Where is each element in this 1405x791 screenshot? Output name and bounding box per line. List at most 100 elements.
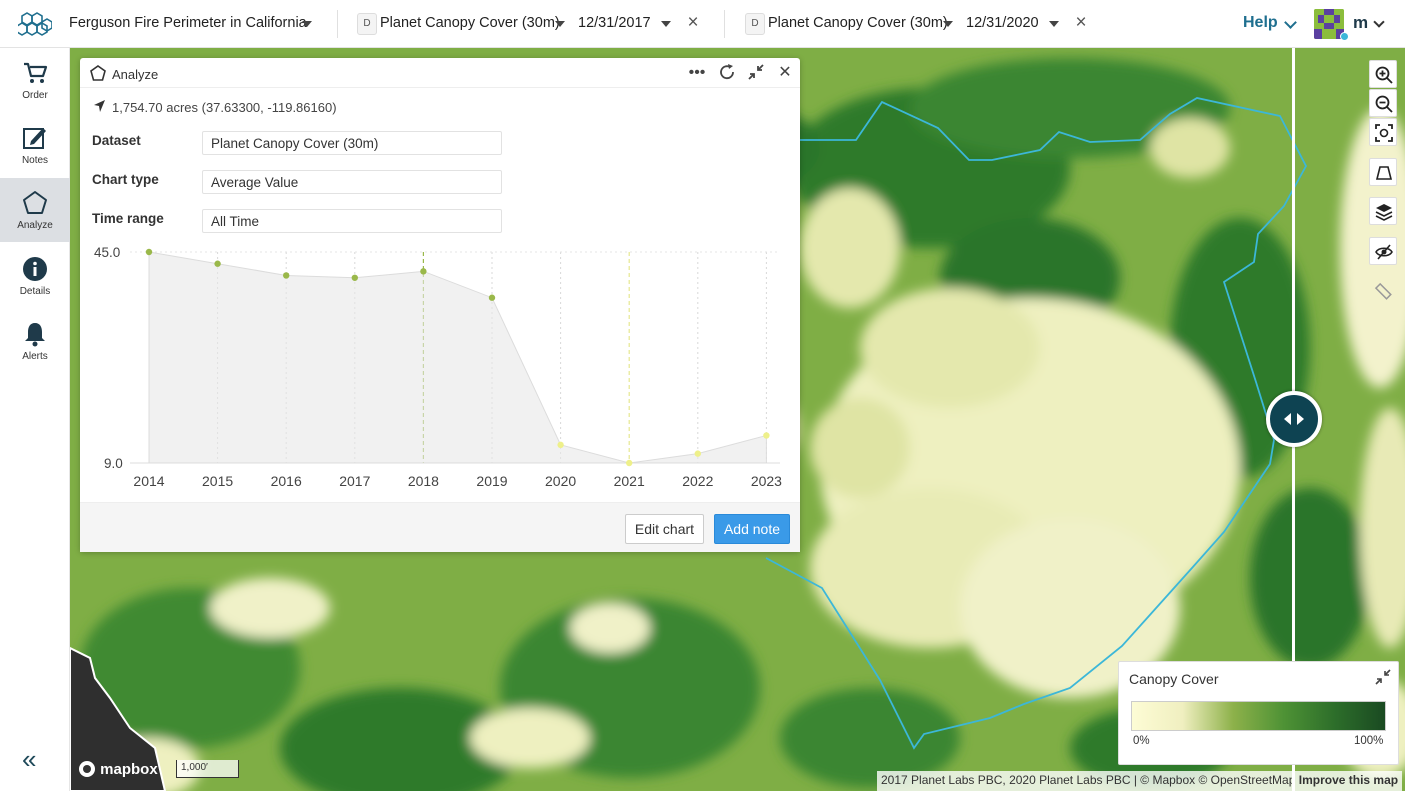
close-icon[interactable]: ✕: [775, 63, 795, 83]
minimize-icon[interactable]: [746, 63, 766, 83]
layer-left-date[interactable]: 12/31/2017: [578, 15, 651, 31]
layer-left-date-caret-icon[interactable]: [661, 21, 671, 27]
swipe-arrows-icon: [1284, 413, 1304, 425]
collapse-sidebar-icon[interactable]: «: [22, 744, 36, 775]
dataset-field[interactable]: Planet Canopy Cover (30m): [202, 131, 502, 155]
average-value-chart[interactable]: 45.0 9.0 2014 2015 2016 2017 2018 2019 2020 2021 2…: [80, 242, 800, 502]
ruler-icon: [1374, 282, 1392, 300]
pentagon-icon: [23, 191, 47, 214]
top-bar: Ferguson Fire Perimeter in California D …: [0, 0, 1405, 48]
fit-extent-icon: [1375, 124, 1393, 142]
layer-left-caret-icon[interactable]: [555, 21, 565, 27]
chart-point: [351, 274, 358, 281]
swipe-handle[interactable]: [1266, 391, 1322, 447]
sidebar-item-analyze[interactable]: Analyze: [0, 178, 70, 242]
chart-point: [488, 294, 496, 301]
layers-button[interactable]: [1369, 197, 1397, 225]
online-status-icon: [1340, 32, 1349, 41]
app-logo-icon[interactable]: [18, 10, 52, 38]
divider: [724, 10, 725, 38]
map-attribution: 2017 Planet Labs PBC, 2020 Planet Labs P…: [877, 771, 1403, 791]
layer-left-close-icon[interactable]: ×: [684, 13, 702, 33]
trapezoid-icon: [1375, 166, 1393, 180]
bell-icon: [25, 323, 45, 347]
chart-svg: 45.0 9.0 2014 2015 2016 2017 2018 2019 2020 2021 2…: [94, 245, 782, 489]
chart-type-label: Chart type: [92, 172, 159, 187]
location-arrow-icon: [94, 100, 105, 112]
layer-right-caret-icon[interactable]: [943, 21, 953, 27]
mapbox-logo-icon: [79, 761, 95, 777]
layer-right-date-caret-icon[interactable]: [1049, 21, 1059, 27]
add-note-button[interactable]: Add note: [714, 514, 790, 544]
map-scale: 1,000′: [176, 760, 239, 778]
pentagon-icon: [90, 65, 106, 81]
panel-footer: Edit chart Add note: [80, 502, 800, 552]
sidebar-item-label: Details: [19, 286, 51, 297]
sidebar-item-alerts[interactable]: Alerts: [0, 309, 70, 373]
edit-chart-button[interactable]: Edit chart: [625, 514, 704, 544]
divider: [337, 10, 338, 38]
mapbox-logo[interactable]: mapbox: [78, 760, 158, 778]
canopy-legend: Canopy Cover 0% 100%: [1118, 661, 1399, 765]
more-options-icon[interactable]: •••: [687, 63, 707, 83]
legend-max-label: 100%: [1354, 735, 1384, 747]
zoom-out-button[interactable]: [1369, 89, 1397, 117]
sidebar-item-order[interactable]: Order: [0, 48, 70, 112]
zoom-in-button[interactable]: [1369, 60, 1397, 88]
chart-type-field[interactable]: Average Value: [202, 170, 502, 194]
layer-right-close-icon[interactable]: ×: [1072, 13, 1090, 33]
area-summary: 1,754.70 acres (37.63300, -119.86160): [112, 100, 337, 115]
sidebar-item-notes[interactable]: Notes: [0, 113, 70, 177]
x-tick-label: 2015: [202, 473, 233, 489]
zoom-to-extent-button[interactable]: [1369, 118, 1397, 146]
chart-point: [420, 268, 427, 275]
chart-point: [145, 248, 153, 256]
zoom-in-icon: [1375, 66, 1393, 84]
y-tick-label-max: 45.0: [94, 245, 120, 260]
layer-right-name[interactable]: Planet Canopy Cover (30m): [768, 15, 948, 31]
sidebar-item-details[interactable]: Details: [0, 244, 70, 308]
info-icon: [23, 257, 47, 281]
project-dropdown-caret-icon[interactable]: [302, 21, 312, 27]
collapse-legend-icon[interactable]: [1375, 669, 1391, 685]
layers-icon: [1375, 204, 1393, 221]
user-caret-icon[interactable]: [1373, 16, 1385, 28]
chart-point: [214, 260, 221, 267]
dataset-label: Dataset: [92, 133, 141, 148]
time-range-label: Time range: [92, 211, 164, 226]
panel-header: Analyze ••• ✕: [80, 58, 800, 88]
user-menu[interactable]: m: [1353, 13, 1368, 33]
chart-point: [283, 272, 290, 279]
refresh-icon[interactable]: [717, 63, 737, 83]
x-tick-label: 2020: [545, 473, 576, 489]
help-menu[interactable]: Help: [1243, 14, 1278, 32]
layer-right-date[interactable]: 12/31/2020: [966, 15, 1039, 31]
layer-left-badge: D: [357, 13, 377, 35]
project-title[interactable]: Ferguson Fire Perimeter in California: [69, 15, 307, 31]
draw-shape-button[interactable]: [1369, 158, 1397, 186]
x-tick-label: 2016: [271, 473, 302, 489]
time-range-field[interactable]: All Time: [202, 209, 502, 233]
chart-point: [626, 459, 633, 467]
x-tick-label: 2014: [133, 473, 164, 489]
layer-right-badge: D: [745, 13, 765, 35]
measure-button[interactable]: [1369, 277, 1397, 305]
help-caret-icon[interactable]: [1284, 16, 1297, 29]
x-tick-label: 2022: [682, 473, 713, 489]
legend-title: Canopy Cover: [1129, 671, 1219, 687]
attribution-text[interactable]: 2017 Planet Labs PBC, 2020 Planet Labs P…: [881, 773, 1295, 787]
edit-icon: [23, 128, 46, 149]
layer-left-name[interactable]: Planet Canopy Cover (30m): [380, 15, 560, 31]
legend-min-label: 0%: [1133, 735, 1150, 747]
eye-slash-icon: [1375, 244, 1393, 260]
cart-icon: [24, 62, 48, 83]
toggle-visibility-button[interactable]: [1369, 237, 1397, 265]
analyze-panel: Analyze ••• ✕ 1,754.70 acres (37.63300, …: [80, 58, 800, 552]
sidebar-item-label: Notes: [21, 155, 49, 166]
sidebar-item-label: Analyze: [17, 220, 53, 231]
x-tick-label: 2018: [408, 473, 439, 489]
sidebar-item-label: Alerts: [22, 351, 48, 362]
improve-map-link[interactable]: Improve this map: [1299, 773, 1398, 787]
sidebar: Order Notes Analyze Details Alerts «: [0, 48, 70, 791]
chart-point: [694, 450, 701, 457]
